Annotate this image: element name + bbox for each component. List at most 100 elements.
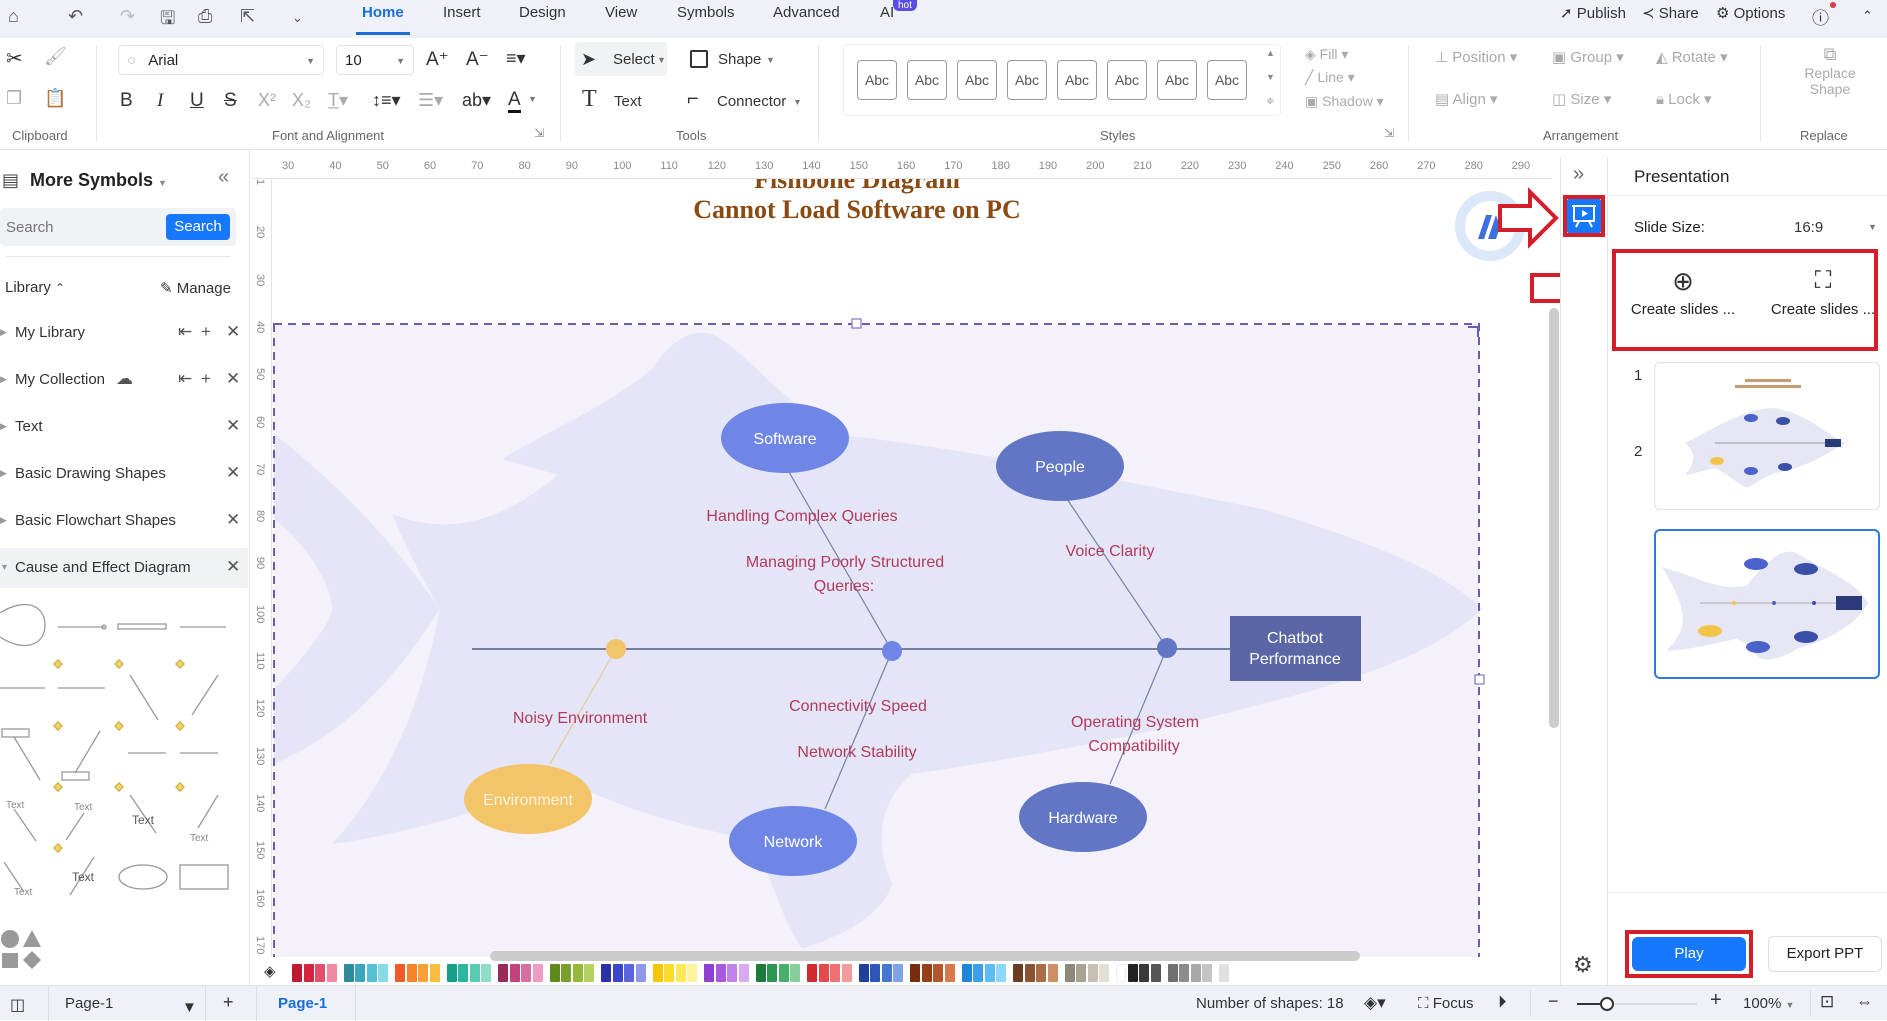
- import-icon[interactable]: ⇤: [178, 369, 192, 389]
- color-swatch[interactable]: [933, 964, 943, 982]
- layers-icon[interactable]: ◈▾: [1364, 993, 1386, 1013]
- color-swatch[interactable]: [870, 964, 880, 982]
- save-icon[interactable]: 🖫: [160, 6, 175, 36]
- font-size-select[interactable]: 10 ▼: [336, 45, 414, 75]
- close-icon[interactable]: ✕: [226, 463, 240, 483]
- color-swatch[interactable]: [841, 964, 852, 982]
- group-button[interactable]: ▣ Group ▾: [1552, 48, 1624, 66]
- color-swatch[interactable]: [469, 964, 480, 982]
- share-button[interactable]: ≺ Share: [1642, 4, 1699, 22]
- more-symbols-title[interactable]: More Symbols ▼: [30, 170, 167, 191]
- color-swatch[interactable]: [984, 964, 995, 982]
- gallery-up-icon[interactable]: ▲: [1266, 48, 1275, 58]
- color-swatch[interactable]: [1047, 964, 1058, 982]
- zoom-slider[interactable]: [1577, 997, 1697, 1011]
- color-swatch[interactable]: [458, 964, 468, 982]
- connector-tool-button[interactable]: ⌐ Connector ▼: [685, 84, 805, 118]
- color-swatch[interactable]: [704, 964, 714, 982]
- tab-design[interactable]: Design: [517, 4, 568, 21]
- color-swatch[interactable]: [292, 964, 302, 982]
- font-settings-launcher-icon[interactable]: ⇲: [534, 126, 544, 140]
- subscript-icon[interactable]: X₂: [292, 90, 311, 111]
- fill-button[interactable]: ◈ Fill ▾: [1305, 46, 1348, 63]
- italic-button[interactable]: I: [157, 90, 163, 112]
- color-swatch[interactable]: [549, 964, 560, 982]
- fit-page-icon[interactable]: ⊡: [1820, 992, 1834, 1012]
- color-swatch[interactable]: [767, 964, 777, 982]
- drawing-canvas[interactable]: Software People Environment Network Hard…: [272, 179, 1552, 957]
- color-swatch[interactable]: [303, 964, 314, 982]
- color-swatch[interactable]: [921, 964, 932, 982]
- color-swatch[interactable]: [418, 964, 428, 982]
- slide-size-select[interactable]: 16:9 ▼: [1788, 212, 1880, 242]
- decrease-font-icon[interactable]: A⁻: [466, 48, 489, 71]
- replace-shape-button[interactable]: ⧉ Replace Shape: [1785, 44, 1875, 119]
- style-sample[interactable]: Abc: [1157, 60, 1197, 100]
- color-swatch[interactable]: [738, 964, 749, 982]
- color-swatch[interactable]: [881, 964, 892, 982]
- help-icon[interactable]: ⓘ: [1812, 4, 1829, 29]
- color-swatch[interactable]: [1150, 964, 1161, 982]
- color-swatch[interactable]: [830, 964, 840, 982]
- color-swatch[interactable]: [961, 964, 972, 982]
- slide-thumbnail-2[interactable]: [1654, 529, 1880, 679]
- zoom-in-icon[interactable]: +: [1710, 989, 1722, 1012]
- color-swatch[interactable]: [521, 964, 531, 982]
- color-swatch[interactable]: [601, 964, 611, 982]
- strikethrough-icon[interactable]: S: [224, 90, 237, 112]
- slide-thumbnail-1[interactable]: [1654, 362, 1880, 510]
- options-button[interactable]: ⚙ Options: [1716, 4, 1785, 22]
- bold-button[interactable]: B: [120, 90, 133, 112]
- color-swatch[interactable]: [1116, 964, 1126, 982]
- style-sample[interactable]: Abc: [907, 60, 947, 100]
- zoom-level-select[interactable]: 100% ▼: [1743, 995, 1794, 1012]
- color-swatch[interactable]: [675, 964, 686, 982]
- export-ppt-button[interactable]: Export PPT: [1768, 936, 1882, 972]
- color-swatch[interactable]: [584, 964, 594, 982]
- line-button[interactable]: ╱ Line ▾: [1305, 69, 1355, 86]
- collapse-ribbon-icon[interactable]: ⌃: [1862, 8, 1873, 24]
- color-swatch[interactable]: [406, 964, 417, 982]
- color-swatch[interactable]: [509, 964, 520, 982]
- import-icon[interactable]: ⇤: [178, 322, 192, 342]
- color-swatch[interactable]: [612, 964, 623, 982]
- rotate-button[interactable]: ◭ Rotate ▾: [1656, 48, 1728, 66]
- expand-panel-icon[interactable]: »: [1573, 163, 1584, 186]
- tab-home[interactable]: Home: [356, 4, 410, 35]
- settings-gear-icon[interactable]: ⚙: [1573, 952, 1593, 978]
- style-sample[interactable]: Abc: [1057, 60, 1097, 100]
- page-layout-icon[interactable]: ◫: [10, 995, 25, 1015]
- color-swatch[interactable]: [343, 964, 354, 982]
- fit-width-icon[interactable]: ⇔: [1856, 992, 1873, 1012]
- text-effect-icon[interactable]: T̲▾: [328, 90, 348, 111]
- color-swatch[interactable]: [652, 964, 663, 982]
- page-tab-1[interactable]: Page-1: [278, 995, 327, 1012]
- color-swatch[interactable]: [635, 964, 646, 982]
- chevron-down-icon[interactable]: ▼: [528, 94, 537, 104]
- increase-font-icon[interactable]: A⁺: [426, 48, 449, 71]
- color-swatch[interactable]: [755, 964, 766, 982]
- color-swatch[interactable]: [366, 964, 377, 982]
- library-item-basic-drawing-shapes[interactable]: ▶ Basic Drawing Shapes ✕: [0, 454, 248, 494]
- color-swatch[interactable]: [858, 964, 869, 982]
- paste-icon[interactable]: 📋: [44, 88, 66, 109]
- add-page-icon[interactable]: +: [223, 992, 234, 1013]
- presentation-panel-button[interactable]: [1567, 199, 1601, 233]
- align-button[interactable]: ▤ Align ▾: [1435, 90, 1498, 108]
- color-swatch[interactable]: [790, 964, 800, 982]
- print-icon[interactable]: ⎙: [198, 6, 212, 27]
- add-icon[interactable]: +: [201, 322, 211, 342]
- color-swatch[interactable]: [355, 964, 365, 982]
- zoom-out-icon[interactable]: −: [1548, 991, 1559, 1012]
- select-tool-button[interactable]: ➤ Select ▼: [575, 42, 667, 76]
- color-swatch[interactable]: [778, 964, 789, 982]
- bullet-list-icon[interactable]: ☰▾: [418, 90, 443, 111]
- vertical-scrollbar[interactable]: [1549, 308, 1559, 728]
- style-sample[interactable]: Abc: [857, 60, 897, 100]
- undo-icon[interactable]: ↶: [68, 6, 83, 27]
- color-swatch[interactable]: [532, 964, 543, 982]
- shadow-button[interactable]: ▣ Shadow ▾: [1305, 93, 1384, 110]
- lock-button[interactable]: 🔒︎ Lock ▾: [1656, 90, 1712, 108]
- close-icon[interactable]: ✕: [226, 416, 240, 436]
- position-button[interactable]: ⊥ Position ▾: [1435, 48, 1517, 66]
